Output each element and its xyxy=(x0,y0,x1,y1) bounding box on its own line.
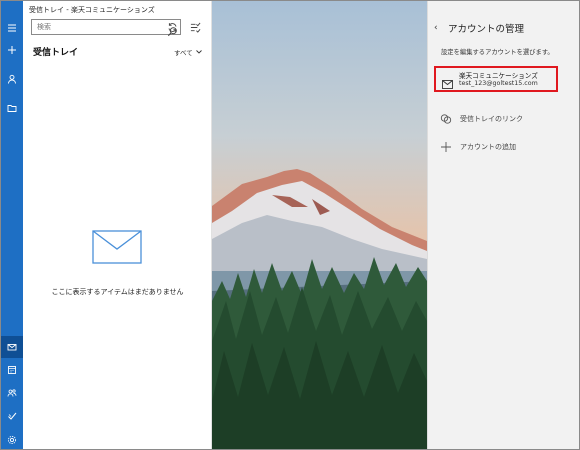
folder-title: 受信トレイ xyxy=(33,48,79,58)
panel-header: ‹ アカウントの管理 xyxy=(434,21,524,35)
message-list-pane: 受信トレイ - 楽天コミュニケーションズ 受信トレイ すべて ここに表示するアイ… xyxy=(23,1,212,449)
nav-rail xyxy=(1,1,23,449)
add-account-option[interactable]: アカウントの追加 xyxy=(440,141,516,153)
panel-title: アカウントの管理 xyxy=(448,24,525,35)
panel-description: 設定を編集するアカウントを選びます。 xyxy=(441,49,554,56)
people-icon[interactable] xyxy=(1,382,23,404)
back-arrow-icon[interactable]: ‹ xyxy=(434,23,442,33)
plus-icon xyxy=(441,142,451,152)
empty-state-message: ここに表示するアイテムはまだありません xyxy=(51,288,184,296)
hamburger-icon[interactable] xyxy=(1,17,23,39)
account-mail-icon xyxy=(442,74,453,93)
search-box xyxy=(31,19,181,37)
filter-dropdown[interactable]: すべて xyxy=(174,47,203,57)
filter-label: すべて xyxy=(174,49,193,57)
manage-accounts-panel: ‹ アカウントの管理 設定を編集するアカウントを選びます。 楽天コミュニケーショ… xyxy=(427,1,579,449)
link-inboxes-label: 受信トレイのリンク xyxy=(460,115,523,123)
settings-icon[interactable] xyxy=(1,429,23,449)
mail-icon[interactable] xyxy=(1,336,23,358)
sync-icon[interactable] xyxy=(165,20,179,34)
folder-icon[interactable] xyxy=(1,97,23,119)
mail-app-window: 受信トレイ - 楽天コミュニケーションズ 受信トレイ すべて ここに表示するアイ… xyxy=(0,0,580,450)
chevron-down-icon xyxy=(195,50,202,54)
calendar-icon[interactable] xyxy=(1,359,23,381)
link-icon xyxy=(440,114,452,124)
window-title: 受信トレイ - 楽天コミュニケーションズ xyxy=(29,6,155,14)
add-account-label: アカウントの追加 xyxy=(460,143,516,151)
todo-icon[interactable] xyxy=(1,405,23,427)
link-inboxes-option[interactable]: 受信トレイのリンク xyxy=(440,113,523,125)
search-input[interactable] xyxy=(32,20,162,34)
empty-envelope-icon xyxy=(92,230,142,268)
account-email: test_123@goltest15.com xyxy=(459,80,538,87)
person-icon[interactable] xyxy=(1,68,23,90)
account-item[interactable]: 楽天コミュニケーションズ test_123@goltest15.com xyxy=(434,66,579,93)
background-landscape-image xyxy=(212,1,427,449)
compose-icon[interactable] xyxy=(1,39,23,61)
select-mode-icon[interactable] xyxy=(188,20,202,34)
account-name: 楽天コミュニケーションズ xyxy=(459,72,538,80)
